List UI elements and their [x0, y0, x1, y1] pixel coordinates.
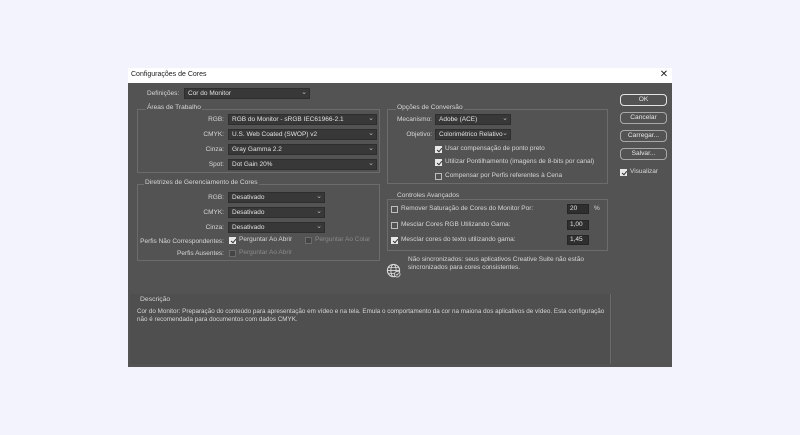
blend-text-label: Mesclar cores do texto utilizando gama:	[401, 236, 516, 243]
chevron-down-icon: ⌄	[368, 145, 374, 152]
dither-label: Utilizar Pontilhamento (imagens de 8-bit…	[445, 158, 595, 165]
advanced-title: Controles Avançados	[396, 192, 461, 199]
blend-text-field[interactable]: 1,45	[567, 235, 589, 245]
chevron-down-icon: ⌄	[316, 208, 322, 215]
close-icon[interactable]: ✕	[658, 69, 670, 81]
ws-cmyk-select[interactable]: U.S. Web Coated (SWOP) v2 ⌄	[228, 129, 377, 140]
blend-rgb-field[interactable]: 1,00	[567, 220, 589, 230]
missing-label: Perfis Ausentes:	[177, 250, 224, 257]
scene-label: Compensar por Perfis referentes à Cena	[445, 172, 563, 179]
ws-cmyk-value: U.S. Web Coated (SWOP) v2	[232, 131, 318, 138]
settings-select[interactable]: Cor do Monitor ⌄	[184, 88, 310, 99]
ws-rgb-label: RGB:	[208, 116, 224, 123]
desaturate-unit: %	[594, 205, 600, 212]
description-panel	[130, 294, 612, 364]
engine-value: Adobe (ACE)	[439, 116, 478, 123]
settings-value: Cor do Monitor	[188, 90, 231, 97]
mismatch-label: Perfis Não Correspondentes:	[140, 238, 224, 245]
cancel-button[interactable]: Cancelar	[620, 112, 667, 124]
blend-rgb-label: Mesclar Cores RGB Utilizando Gama:	[401, 221, 511, 228]
ws-cmyk-label: CMYK:	[203, 131, 224, 138]
ws-spot-select[interactable]: Dot Gain 20% ⌄	[228, 159, 377, 170]
engine-select[interactable]: Adobe (ACE) ⌄	[435, 114, 511, 125]
title-bar: Configurações de Cores ✕	[128, 68, 672, 83]
chevron-down-icon: ⌄	[368, 160, 374, 167]
black-point-checkbox[interactable]	[435, 146, 442, 153]
pol-rgb-select[interactable]: Desativado ⌄	[228, 192, 325, 203]
ask-paste-checkbox[interactable]	[305, 237, 312, 244]
missing-ask-open-checkbox[interactable]	[229, 250, 236, 257]
scene-checkbox[interactable]	[435, 173, 442, 180]
chevron-down-icon: ⌄	[368, 130, 374, 137]
missing-ask-open-label: Perguntar Ao Abrir	[239, 249, 293, 256]
preview-label: Visualizar	[630, 168, 659, 175]
chevron-down-icon: ⌄	[368, 115, 374, 122]
conversion-title: Opções de Conversão	[396, 104, 464, 111]
globe-sync-icon	[386, 263, 401, 278]
desaturate-field[interactable]: 20	[567, 204, 589, 214]
desaturate-checkbox[interactable]	[391, 206, 398, 213]
ws-gray-value: Gray Gamma 2.2	[232, 146, 282, 153]
desaturate-label: Remover Saturação de Cores do Monitor Po…	[401, 205, 534, 212]
intent-select[interactable]: Colorimétrico Relativo ⌄	[435, 129, 511, 140]
pol-gray-label: Cinza:	[205, 224, 224, 231]
chevron-down-icon: ⌄	[316, 193, 322, 200]
ok-button[interactable]: OK	[620, 94, 667, 106]
ws-spot-value: Dot Gain 20%	[232, 161, 273, 168]
intent-label: Objetivo:	[406, 131, 432, 138]
pol-cmyk-value: Desativado	[232, 209, 265, 216]
ws-rgb-select[interactable]: RGB do Monitor - sRGB IEC61966-2.1 ⌄	[228, 114, 377, 125]
pol-rgb-label: RGB:	[208, 194, 224, 201]
blend-rgb-checkbox[interactable]	[391, 222, 398, 229]
working-spaces-title: Áreas de Trabalho	[146, 104, 202, 111]
load-button[interactable]: Carregar...	[620, 130, 667, 142]
pol-cmyk-label: CMYK:	[203, 209, 224, 216]
save-button[interactable]: Salvar...	[620, 148, 667, 160]
ws-rgb-value: RGB do Monitor - sRGB IEC61966-2.1	[232, 116, 344, 123]
ws-gray-select[interactable]: Gray Gamma 2.2 ⌄	[228, 144, 377, 155]
dither-checkbox[interactable]	[435, 159, 442, 166]
chevron-down-icon: ⌄	[502, 130, 508, 137]
engine-label: Mecanismo:	[396, 116, 432, 123]
description-divider	[610, 294, 611, 364]
policies-title: Diretrizes de Gerenciamento de Cores	[144, 179, 259, 186]
chevron-down-icon: ⌄	[301, 89, 307, 96]
settings-label: Definições:	[147, 90, 180, 97]
chevron-down-icon: ⌄	[316, 223, 322, 230]
description-title: Descrição	[140, 296, 171, 303]
pol-gray-value: Desativado	[232, 224, 265, 231]
pol-rgb-value: Desativado	[232, 194, 265, 201]
black-point-label: Usar compensação de ponto preto	[445, 145, 545, 152]
window-title: Configurações de Cores	[131, 71, 207, 78]
preview-checkbox[interactable]	[620, 169, 627, 176]
sync-status-text: Não sincronizados: seus aplicativos Crea…	[408, 256, 584, 271]
pol-cmyk-select[interactable]: Desativado ⌄	[228, 207, 325, 218]
description-text: Cor do Monitor: Preparação do conteúdo p…	[137, 308, 605, 323]
ws-spot-label: Spot:	[208, 161, 224, 168]
color-settings-dialog: Configurações de Cores ✕ Definições: Cor…	[128, 68, 672, 367]
ask-open-checkbox[interactable]	[229, 237, 236, 244]
intent-value: Colorimétrico Relativo	[439, 131, 503, 138]
chevron-down-icon: ⌄	[502, 115, 508, 122]
blend-text-checkbox[interactable]	[391, 237, 398, 244]
ask-open-label: Perguntar Ao Abrir	[239, 236, 293, 243]
pol-gray-select[interactable]: Desativado ⌄	[228, 222, 325, 233]
ws-gray-label: Cinza:	[205, 146, 224, 153]
ask-paste-label: Perguntar Ao Colar	[315, 236, 371, 243]
